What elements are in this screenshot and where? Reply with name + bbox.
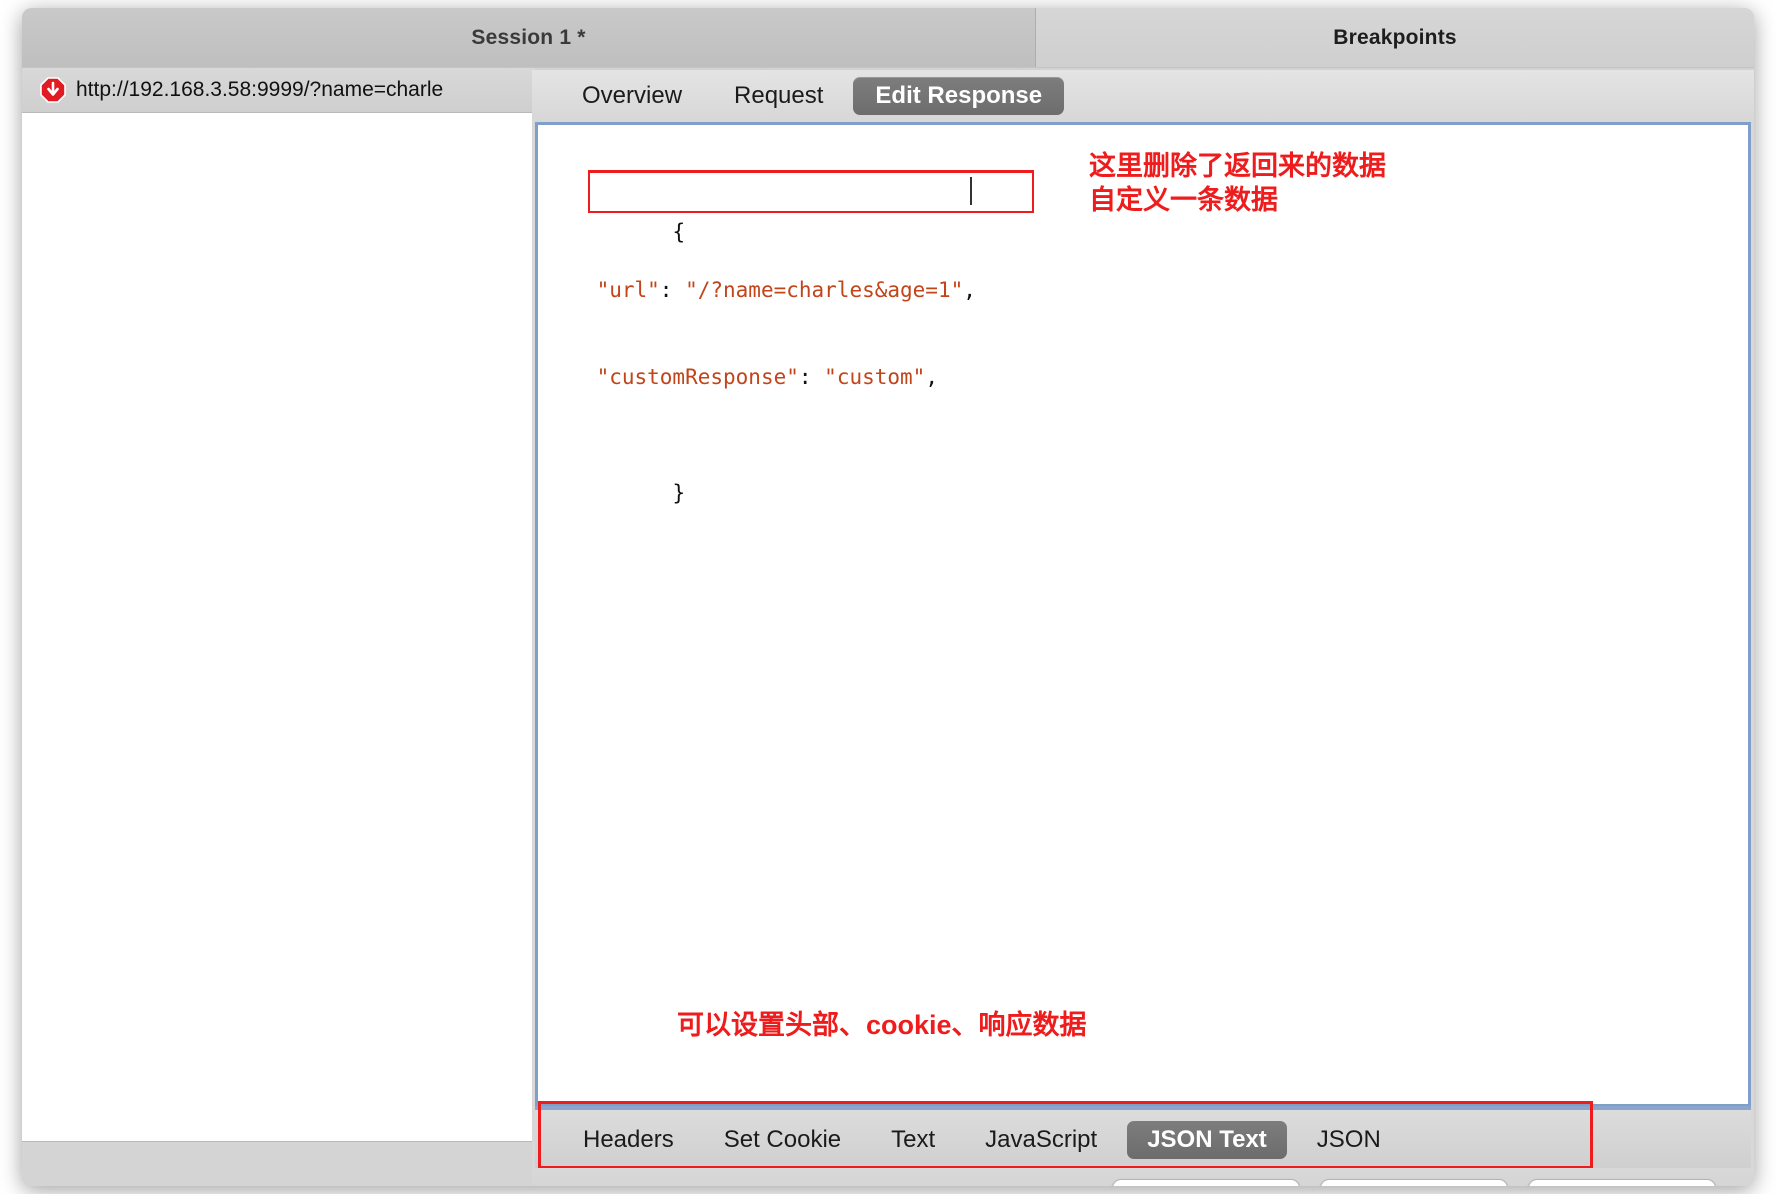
breakpoints-header[interactable]: Breakpoints (1036, 8, 1754, 67)
btab-javascript[interactable]: JavaScript (965, 1121, 1117, 1159)
response-type-tab-bar: Headers Set Cookie Text JavaScript JSON … (535, 1106, 1751, 1170)
annotation-text-top: 这里删除了返回来的数据 自定义一条数据 (1089, 149, 1386, 217)
abort-button[interactable]: Abort (1320, 1179, 1508, 1187)
btab-json-text[interactable]: JSON Text (1127, 1121, 1287, 1159)
execute-button[interactable]: Execute (1528, 1179, 1716, 1187)
cancel-button[interactable]: Cancel (1112, 1179, 1300, 1187)
response-type-tab-bar-wrap: Headers Set Cookie Text JavaScript JSON … (535, 1106, 1751, 1170)
window-header: Session 1 * Breakpoints (22, 8, 1754, 69)
btab-headers[interactable]: Headers (563, 1121, 694, 1159)
breakpoints-title: Breakpoints (1333, 26, 1457, 50)
breakpoint-url-text: http://192.168.3.58:9999/?name=charle (76, 78, 443, 102)
session-list-panel: http://192.168.3.58:9999/?name=charle (22, 68, 535, 1186)
app-window: Session 1 * Breakpoints http://192.168.3… (22, 8, 1754, 1186)
code-line-1: { (546, 189, 976, 218)
tab-request[interactable]: Request (712, 77, 845, 115)
json-text-editor[interactable]: { "url": "/?name=charles&age=1", "custom… (535, 122, 1751, 1107)
session-title: Session 1 * (471, 26, 585, 50)
btab-set-cookie[interactable]: Set Cookie (704, 1121, 861, 1159)
tab-overview[interactable]: Overview (560, 77, 704, 115)
dialog-button-row-wrap: Cancel Abort Execute (532, 1170, 1754, 1186)
breakpoint-stop-icon (40, 77, 66, 103)
btab-text[interactable]: Text (871, 1121, 955, 1159)
code-line-4: } (546, 450, 976, 479)
tab-edit-response[interactable]: Edit Response (853, 77, 1064, 115)
breakpoint-dialog: Overview Request Edit Response { "url": … (532, 70, 1754, 1186)
text-caret (970, 177, 972, 205)
json-code-content: { "url": "/?name=charles&age=1", "custom… (546, 131, 976, 537)
dialog-button-row: Cancel Abort Execute (532, 1168, 1754, 1186)
code-line-2: "url": "/?name=charles&age=1", (546, 276, 976, 305)
session-header[interactable]: Session 1 * (22, 8, 1036, 67)
breakpoint-url-row[interactable]: http://192.168.3.58:9999/?name=charle (22, 68, 535, 112)
annotation-underline (588, 170, 1034, 172)
session-list[interactable] (22, 112, 533, 1142)
code-line-3: "customResponse": "custom", (546, 363, 976, 392)
dialog-tab-bar: Overview Request Edit Response (532, 70, 1754, 122)
annotation-text-bottom: 可以设置头部、cookie、响应数据 (677, 1003, 1087, 1042)
btab-json[interactable]: JSON (1297, 1121, 1401, 1159)
